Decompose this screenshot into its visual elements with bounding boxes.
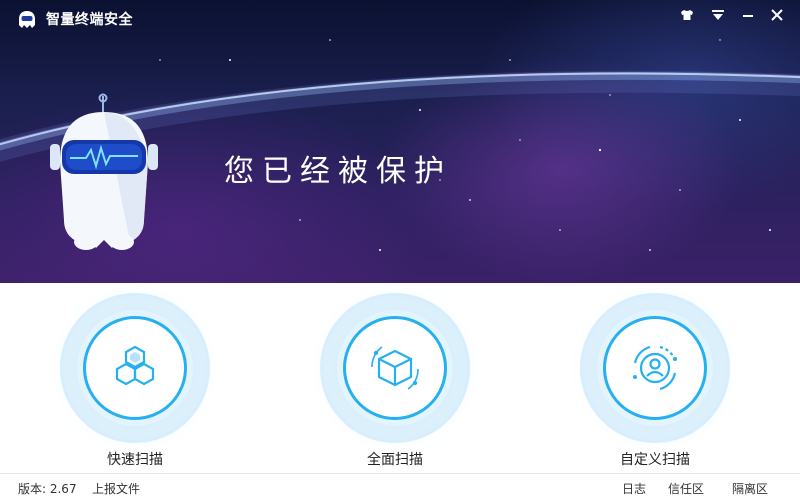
quick-scan-label: 快速扫描 xyxy=(107,452,163,468)
close-button[interactable] xyxy=(766,6,788,24)
app-logo-icon xyxy=(19,11,35,28)
hero-banner: 智量终端安全 您已经被保护 xyxy=(0,0,800,283)
upload-file-link[interactable]: 上报文件 xyxy=(92,480,140,497)
trust-zone-link[interactable]: 信任区 xyxy=(668,480,704,497)
protection-status-text: 您已经被保护 xyxy=(224,154,452,189)
log-link[interactable]: 日志 xyxy=(622,480,646,497)
minimize-icon xyxy=(743,15,753,17)
minimize-button[interactable] xyxy=(737,6,759,24)
version-text: 版本: 2.67 xyxy=(18,482,77,496)
robot-mascot-icon xyxy=(50,93,158,250)
quarantine-link[interactable]: 隔离区 xyxy=(732,480,768,497)
full-scan-label: 全面扫描 xyxy=(367,452,423,468)
skin-button[interactable] xyxy=(676,6,698,24)
close-icon xyxy=(771,9,783,21)
menu-dropdown-icon xyxy=(712,10,724,20)
shirt-icon xyxy=(681,10,693,20)
cube-icon xyxy=(371,346,419,390)
menu-button[interactable] xyxy=(707,6,729,24)
hexagon-cluster-icon xyxy=(115,345,155,386)
custom-scan-button[interactable]: 自定义扫描 xyxy=(575,293,735,468)
quick-scan-button[interactable]: 快速扫描 xyxy=(55,293,215,468)
title-bar: 智量终端安全 xyxy=(0,0,800,36)
user-circle-icon xyxy=(633,345,678,391)
custom-scan-label: 自定义扫描 xyxy=(620,452,690,468)
status-bar: 版本: 2.67 上报文件 日志 信任区 隔离区 xyxy=(0,473,800,501)
app-title: 智量终端安全 xyxy=(46,12,133,28)
scan-panel: 快速扫描 全面扫描 自定义扫描 xyxy=(0,283,800,473)
full-scan-button[interactable]: 全面扫描 xyxy=(315,293,475,468)
